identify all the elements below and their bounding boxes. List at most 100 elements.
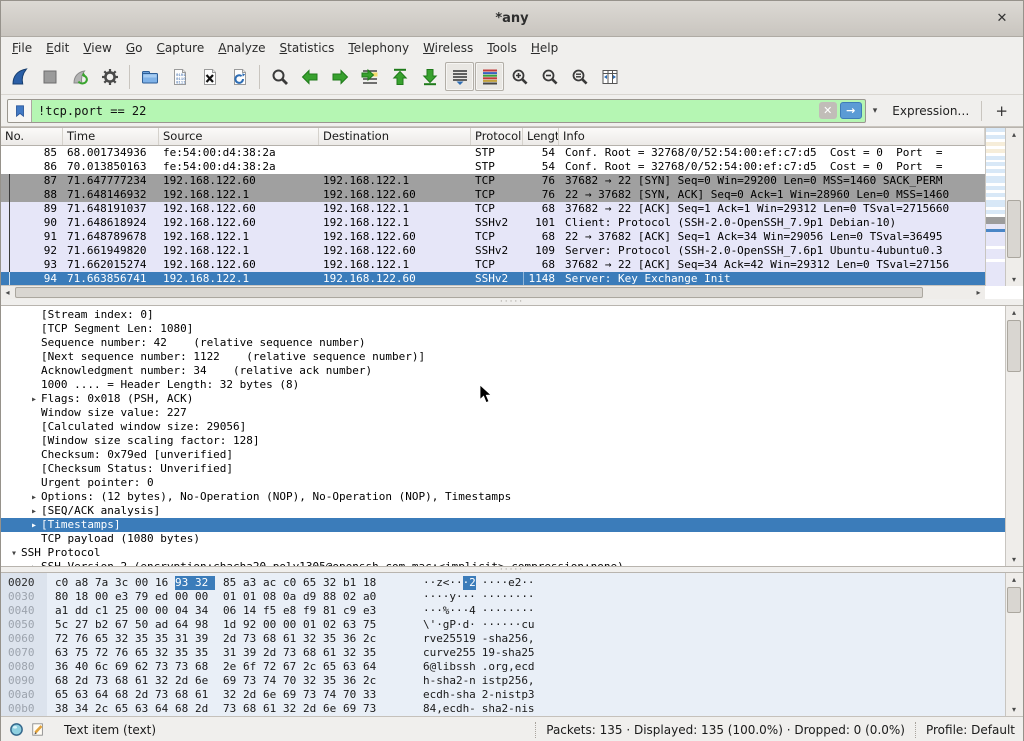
column-header-length[interactable]: Length: [523, 128, 559, 145]
chevron-down-icon[interactable]: ▾: [7, 547, 21, 561]
profile-text[interactable]: Profile: Default: [926, 723, 1015, 737]
start-capture-button[interactable]: [5, 62, 34, 91]
menu-capture[interactable]: Capture: [149, 39, 211, 57]
packet-row[interactable]: 9071.648618924192.168.122.60192.168.122.…: [1, 216, 985, 230]
detail-row[interactable]: [Calculated window size: 29056]: [1, 420, 1007, 434]
detail-row[interactable]: [TCP Segment Len: 1080]: [1, 322, 1007, 336]
hex-row[interactable]: 0030801800e379ed00000101080ad98802a0····…: [1, 590, 1023, 604]
scroll-left-arrow[interactable]: ◂: [1, 286, 14, 299]
expression-button[interactable]: Expression…: [884, 104, 977, 118]
detail-row[interactable]: TCP payload (1080 bytes): [1, 532, 1007, 546]
add-filter-button[interactable]: +: [986, 102, 1017, 120]
hex-row[interactable]: 00505c27b26750ad64981d92000001026375\'·g…: [1, 618, 1023, 632]
detail-row[interactable]: Urgent pointer: 0: [1, 476, 1007, 490]
zoom-out-button[interactable]: [535, 62, 564, 91]
hex-row[interactable]: 0090682d736861322d6e697374703235362ch-sh…: [1, 674, 1023, 688]
chevron-right-icon[interactable]: ▸: [27, 519, 41, 533]
find-packet-button[interactable]: [265, 62, 294, 91]
zoom-in-button[interactable]: [505, 62, 534, 91]
colorize-button[interactable]: [475, 62, 504, 91]
packet-row[interactable]: 9371.662015274192.168.122.60192.168.122.…: [1, 258, 985, 272]
detail-row[interactable]: ▸Flags: 0x018 (PSH, ACK): [1, 392, 1007, 406]
zoom-reset-button[interactable]: [565, 62, 594, 91]
packet-row[interactable]: 8871.648146932192.168.122.1192.168.122.6…: [1, 188, 985, 202]
chevron-right-icon[interactable]: ▸: [27, 393, 41, 407]
chevron-right-icon[interactable]: ▸: [27, 505, 41, 519]
packet-row[interactable]: 9471.663856741192.168.122.1192.168.122.6…: [1, 272, 985, 285]
chevron-right-icon[interactable]: ▸: [27, 491, 41, 505]
menu-view[interactable]: View: [76, 39, 118, 57]
filter-clear-button[interactable]: ✕: [819, 102, 837, 119]
column-header-destination[interactable]: Destination: [319, 128, 471, 145]
detail-row[interactable]: Acknowledgment number: 34 (relative ack …: [1, 364, 1007, 378]
go-to-packet-button[interactable]: [355, 62, 384, 91]
scroll-up-arrow[interactable]: ▴: [1006, 128, 1022, 141]
detail-row[interactable]: [Window size scaling factor: 128]: [1, 434, 1007, 448]
reload-file-button[interactable]: [225, 62, 254, 91]
intelligent-scrollbar-minimap[interactable]: [985, 128, 1005, 286]
packet-row[interactable]: 9171.648789678192.168.122.1192.168.122.6…: [1, 230, 985, 244]
detail-row[interactable]: ▸[Timestamps]: [1, 518, 1007, 532]
details-vscrollbar[interactable]: ▴ ▾: [1005, 306, 1023, 566]
menu-tools[interactable]: Tools: [480, 39, 524, 57]
menu-wireless[interactable]: Wireless: [416, 39, 480, 57]
detail-row[interactable]: [Checksum Status: Unverified]: [1, 462, 1007, 476]
expert-info-icon[interactable]: [9, 722, 24, 737]
detail-row[interactable]: Window size value: 227: [1, 406, 1007, 420]
scroll-right-arrow[interactable]: ▸: [972, 286, 985, 299]
menu-go[interactable]: Go: [119, 39, 150, 57]
detail-row[interactable]: [Next sequence number: 1122 (relative se…: [1, 350, 1007, 364]
menu-help[interactable]: Help: [524, 39, 565, 57]
menu-file[interactable]: File: [5, 39, 39, 57]
packet-list-hscrollbar[interactable]: ◂ ▸: [1, 285, 985, 299]
open-file-button[interactable]: [135, 62, 164, 91]
hex-row[interactable]: 0040a1ddc125000004340614f5e8f981c9e3···%…: [1, 604, 1023, 618]
menu-telephony[interactable]: Telephony: [341, 39, 416, 57]
go-back-button[interactable]: [295, 62, 324, 91]
restart-capture-button[interactable]: [65, 62, 94, 91]
packet-row[interactable]: 8670.013850163fe:54:00:d4:38:2aSTP54Conf…: [1, 160, 985, 174]
menu-edit[interactable]: Edit: [39, 39, 76, 57]
auto-scroll-button[interactable]: [445, 62, 474, 91]
detail-row[interactable]: [Stream index: 0]: [1, 308, 1007, 322]
packet-row[interactable]: 8771.647777234192.168.122.60192.168.122.…: [1, 174, 985, 188]
packet-row[interactable]: 8568.001734936fe:54:00:d4:38:2aSTP54Conf…: [1, 146, 985, 160]
packet-list-vscrollbar[interactable]: ▴ ▾: [1005, 128, 1023, 286]
detail-row[interactable]: Checksum: 0x79ed [unverified]: [1, 448, 1007, 462]
stop-capture-button[interactable]: [35, 62, 64, 91]
go-first-button[interactable]: [385, 62, 414, 91]
capture-options-button[interactable]: [95, 62, 124, 91]
detail-row[interactable]: ▾SSH Protocol: [1, 546, 1007, 560]
filter-bookmark-button[interactable]: [8, 100, 32, 122]
hex-row[interactable]: 008036406c69627373682e6f72672c6563646@li…: [1, 660, 1023, 674]
go-forward-button[interactable]: [325, 62, 354, 91]
scroll-down-arrow[interactable]: ▾: [1006, 273, 1022, 286]
display-filter-input[interactable]: !tcp.port == 22 ✕ →: [7, 99, 866, 123]
bytes-vscrollbar[interactable]: ▴ ▾: [1005, 573, 1023, 716]
hex-row[interactable]: 00b038342c656364682d736861322d6e697384,e…: [1, 702, 1023, 716]
detail-row[interactable]: 1000 .... = Header Length: 32 bytes (8): [1, 378, 1007, 392]
vscroll-thumb[interactable]: [1007, 320, 1021, 372]
column-header-no[interactable]: No.: [1, 128, 63, 145]
menu-statistics[interactable]: Statistics: [273, 39, 342, 57]
hex-row[interactable]: 0070637572766532353531392d7368613235curv…: [1, 646, 1023, 660]
hex-row[interactable]: 0020c0a87a3c0016933285a3acc06532b118··z<…: [1, 576, 1023, 590]
filter-apply-button[interactable]: →: [840, 102, 862, 119]
close-file-button[interactable]: [195, 62, 224, 91]
column-header-time[interactable]: Time: [63, 128, 159, 145]
resize-columns-button[interactable]: [595, 62, 624, 91]
hex-row[interactable]: 006072766532353531392d7368613235362crve2…: [1, 632, 1023, 646]
filter-dropdown-caret[interactable]: ▾: [870, 106, 881, 116]
scroll-up-arrow[interactable]: ▴: [1006, 573, 1022, 586]
scroll-down-arrow[interactable]: ▾: [1006, 703, 1022, 716]
filter-text[interactable]: !tcp.port == 22: [32, 104, 819, 118]
column-header-info[interactable]: Info: [559, 128, 985, 145]
hex-row[interactable]: 00a0656364682d736861322d6e6973747033ecdh…: [1, 688, 1023, 702]
column-header-protocol[interactable]: Protocol: [471, 128, 523, 145]
menu-analyze[interactable]: Analyze: [211, 39, 272, 57]
packet-row[interactable]: 8971.648191037192.168.122.60192.168.122.…: [1, 202, 985, 216]
detail-row[interactable]: ▸Options: (12 bytes), No-Operation (NOP)…: [1, 490, 1007, 504]
scroll-up-arrow[interactable]: ▴: [1006, 306, 1022, 319]
detail-row[interactable]: ▸SSH Version 2 (encryption:chacha20-poly…: [1, 560, 1007, 566]
vscroll-thumb[interactable]: [1007, 587, 1021, 613]
